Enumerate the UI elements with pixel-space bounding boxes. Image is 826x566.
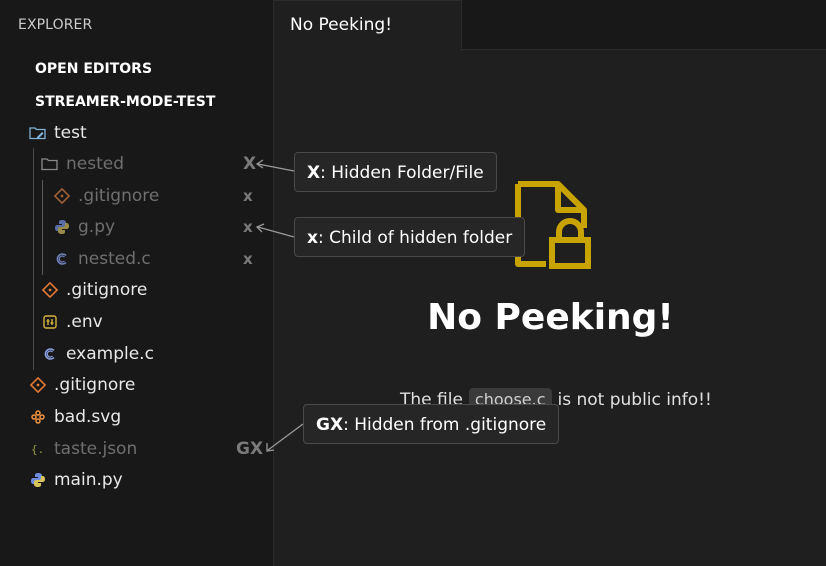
tree-item-g-py[interactable]: g.py bbox=[52, 212, 115, 242]
tree-item-bad-svg[interactable]: bad.svg bbox=[28, 402, 121, 432]
python-icon bbox=[52, 217, 72, 237]
tab-label: No Peeking! bbox=[290, 15, 393, 35]
tab-no-peeking[interactable]: No Peeking! bbox=[274, 0, 462, 51]
open-editors-header[interactable]: OPEN EDITORS bbox=[35, 61, 152, 77]
legend-text: : Hidden from .gitignore bbox=[343, 415, 547, 435]
tree-item-label: .env bbox=[66, 312, 103, 332]
git-icon bbox=[28, 375, 48, 395]
legend-callout-hidden: X: Hidden Folder/File bbox=[294, 152, 497, 192]
json-icon: {..} bbox=[28, 439, 48, 459]
git-icon bbox=[52, 186, 72, 206]
tree-item-example-c[interactable]: example.c bbox=[40, 339, 154, 369]
explorer-sidebar: EXPLORER OPEN EDITORS STREAMER-MODE-TEST… bbox=[0, 0, 273, 566]
folder-icon bbox=[40, 154, 60, 174]
tree-item-test-gitignore[interactable]: .gitignore bbox=[40, 275, 147, 305]
child-hidden-marker: x bbox=[243, 187, 253, 205]
tab-bar: No Peeking! bbox=[274, 0, 826, 51]
tree-item-label: .gitignore bbox=[66, 280, 148, 300]
tree-item-nested-gitignore[interactable]: .gitignore bbox=[52, 181, 159, 211]
project-header[interactable]: STREAMER-MODE-TEST bbox=[35, 94, 215, 110]
folder-edit-icon bbox=[28, 123, 48, 143]
child-hidden-marker: x bbox=[243, 250, 253, 268]
legend-callout-child: x: Child of hidden folder bbox=[294, 217, 526, 257]
legend-key: GX bbox=[316, 415, 344, 435]
tree-item-env[interactable]: .env bbox=[40, 307, 103, 337]
tree-item-label: nested.c bbox=[78, 249, 151, 269]
tree-item-label: bad.svg bbox=[54, 407, 122, 427]
python-icon bbox=[28, 470, 48, 490]
svg-text:{..}: {..} bbox=[31, 443, 46, 456]
editor-area: No Peeking! No Peeking! The file choose.… bbox=[273, 0, 826, 566]
tree-item-test[interactable]: test bbox=[28, 118, 87, 148]
indent-guide bbox=[33, 148, 34, 370]
legend-key: X bbox=[307, 163, 321, 183]
hidden-marker: X bbox=[243, 154, 257, 174]
explorer-title: EXPLORER bbox=[18, 17, 93, 33]
gitignore-hidden-marker: GX bbox=[236, 439, 264, 459]
legend-key: x bbox=[307, 228, 318, 248]
svg-icon bbox=[28, 407, 48, 427]
tree-item-root-gitignore[interactable]: .gitignore bbox=[28, 370, 135, 400]
tree-item-label: nested bbox=[66, 154, 125, 174]
tree-item-nested-c[interactable]: nested.c bbox=[52, 244, 151, 274]
legend-callout-gitignore: GX: Hidden from .gitignore bbox=[303, 404, 560, 444]
legend-text: : Child of hidden folder bbox=[317, 228, 513, 248]
tree-item-main-py[interactable]: main.py bbox=[28, 465, 123, 495]
tree-item-label: taste.json bbox=[54, 439, 138, 459]
tree-item-label: example.c bbox=[66, 344, 154, 364]
file-lock-icon bbox=[514, 180, 594, 274]
child-hidden-marker: x bbox=[243, 218, 253, 236]
tree-item-label: test bbox=[54, 123, 87, 143]
no-peeking-heading: No Peeking! bbox=[427, 297, 674, 338]
tree-item-label: .gitignore bbox=[54, 375, 136, 395]
tree-item-nested[interactable]: nested bbox=[40, 149, 124, 179]
tree-item-taste-json[interactable]: {..} taste.json bbox=[28, 434, 137, 464]
git-icon bbox=[40, 280, 60, 300]
c-icon bbox=[40, 344, 60, 364]
legend-text: : Hidden Folder/File bbox=[320, 163, 484, 183]
indent-guide bbox=[42, 180, 43, 275]
tree-item-label: g.py bbox=[78, 217, 116, 237]
tree-item-label: main.py bbox=[54, 470, 123, 490]
message-suffix: is not public info!! bbox=[557, 389, 712, 410]
env-icon bbox=[40, 312, 60, 332]
tree-item-label: .gitignore bbox=[78, 186, 160, 206]
c-icon bbox=[52, 249, 72, 269]
